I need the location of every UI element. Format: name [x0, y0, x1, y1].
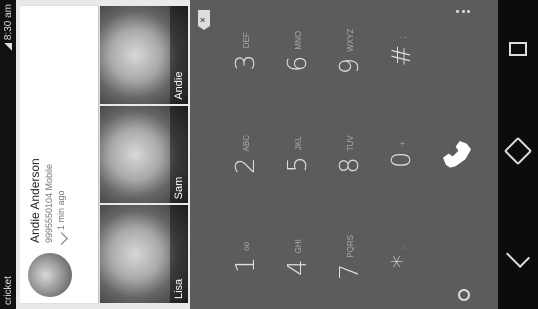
menu-dot	[467, 10, 470, 13]
key-digit: 5	[283, 156, 313, 173]
dialpad-key-1[interactable]: 1 oo	[220, 206, 272, 309]
key-letters: oo	[241, 241, 251, 251]
phone-screen: cricket 8:30 am Andie Anderson 999555010…	[0, 0, 538, 309]
key-digit: 4	[283, 259, 313, 276]
menu-dot	[461, 10, 465, 13]
status-right: 8:30 am	[2, 4, 14, 52]
status-bar: cricket 8:30 am	[0, 0, 16, 309]
key-digit: *	[387, 255, 417, 269]
dialpad-key-7[interactable]: 7 PQRS	[324, 206, 376, 309]
dialpad-key-0[interactable]: 0 +	[376, 103, 428, 206]
key-digit: 8	[335, 157, 365, 174]
dialpad-key-6[interactable]: 6 MNO	[272, 0, 324, 103]
navigation-bar	[498, 0, 538, 309]
dialpad-key-3[interactable]: 3 DEF	[220, 0, 272, 103]
clock: 8:30 am	[2, 4, 14, 41]
favorites-row: Lisa Sam Andie	[100, 5, 188, 303]
timer-icon[interactable]	[458, 289, 470, 301]
dialpad-key-hash[interactable]: #;	[376, 0, 428, 103]
outgoing-call-icon	[54, 232, 68, 245]
key-letters: JKL	[293, 136, 303, 151]
key-letters: PQRS	[345, 234, 355, 258]
recent-contact-photo	[28, 253, 72, 297]
favorite-name: Andie	[170, 5, 188, 104]
carrier-label: cricket	[2, 276, 14, 305]
favorite-contact-andie[interactable]: Andie	[100, 5, 188, 104]
key-letters: ,	[397, 246, 407, 250]
dialpad-key-9[interactable]: 9 WXYZ	[324, 0, 376, 103]
dialpad: × 1 oo 2 ABC 3 DEF 4 GHI 5 JKL 6 MNO 7 PQRS 8 TU…	[190, 0, 498, 309]
key-letters: GHI	[293, 239, 303, 254]
dialpad-key-5[interactable]: 5 JKL	[272, 103, 324, 206]
favorite-name: Sam	[170, 105, 188, 204]
backspace-button[interactable]: ×	[198, 10, 210, 30]
dialpad-key-4[interactable]: 4 GHI	[272, 206, 324, 309]
key-letters: WXYZ	[345, 28, 355, 52]
home-icon[interactable]	[503, 137, 533, 166]
dialpad-key-star[interactable]: *,	[376, 206, 428, 309]
call-button[interactable]	[438, 136, 476, 174]
signal-icon	[4, 43, 12, 52]
key-digit: 9	[335, 57, 365, 75]
menu-dot	[456, 10, 459, 13]
key-letters: ABC	[241, 135, 251, 152]
key-letters: TUV	[345, 135, 355, 152]
recent-contact-name: Andie Anderson	[28, 158, 42, 243]
key-digit: 7	[335, 263, 365, 281]
key-digit: #	[387, 44, 417, 67]
recent-call-card[interactable]: Andie Anderson 9995550104 Mobile 1 min a…	[20, 6, 98, 303]
favorite-name: Lisa	[170, 205, 188, 303]
key-letters: DEF	[241, 32, 251, 49]
dialpad-grid: 1 oo 2 ABC 3 DEF 4 GHI 5 JKL 6 MNO 7 PQRS 8 TUV …	[220, 0, 428, 309]
dialpad-key-2[interactable]: 2 ABC	[220, 103, 272, 206]
favorite-contact-lisa[interactable]: Lisa	[100, 205, 188, 303]
favorite-contact-sam[interactable]: Sam	[100, 105, 188, 204]
key-digit: 6	[283, 55, 313, 73]
key-digit: 3	[231, 54, 261, 71]
dialpad-key-8[interactable]: 8 TUV	[324, 103, 376, 206]
recents-icon[interactable]	[509, 42, 527, 57]
recent-contact-number: 9995550104 Mobile	[44, 163, 54, 243]
key-letters: +	[397, 140, 407, 146]
back-icon[interactable]	[505, 244, 531, 269]
overflow-menu-icon[interactable]	[456, 10, 470, 13]
key-digit: 1	[231, 256, 261, 274]
key-letters: MNO	[293, 30, 303, 50]
key-letters: ;	[397, 36, 407, 39]
phone-icon	[443, 141, 471, 169]
recent-call-time-text: 1 min ago	[56, 190, 66, 230]
key-digit: 0	[387, 151, 417, 169]
key-digit: 2	[231, 157, 261, 174]
recent-call-time: 1 min ago	[54, 190, 68, 245]
